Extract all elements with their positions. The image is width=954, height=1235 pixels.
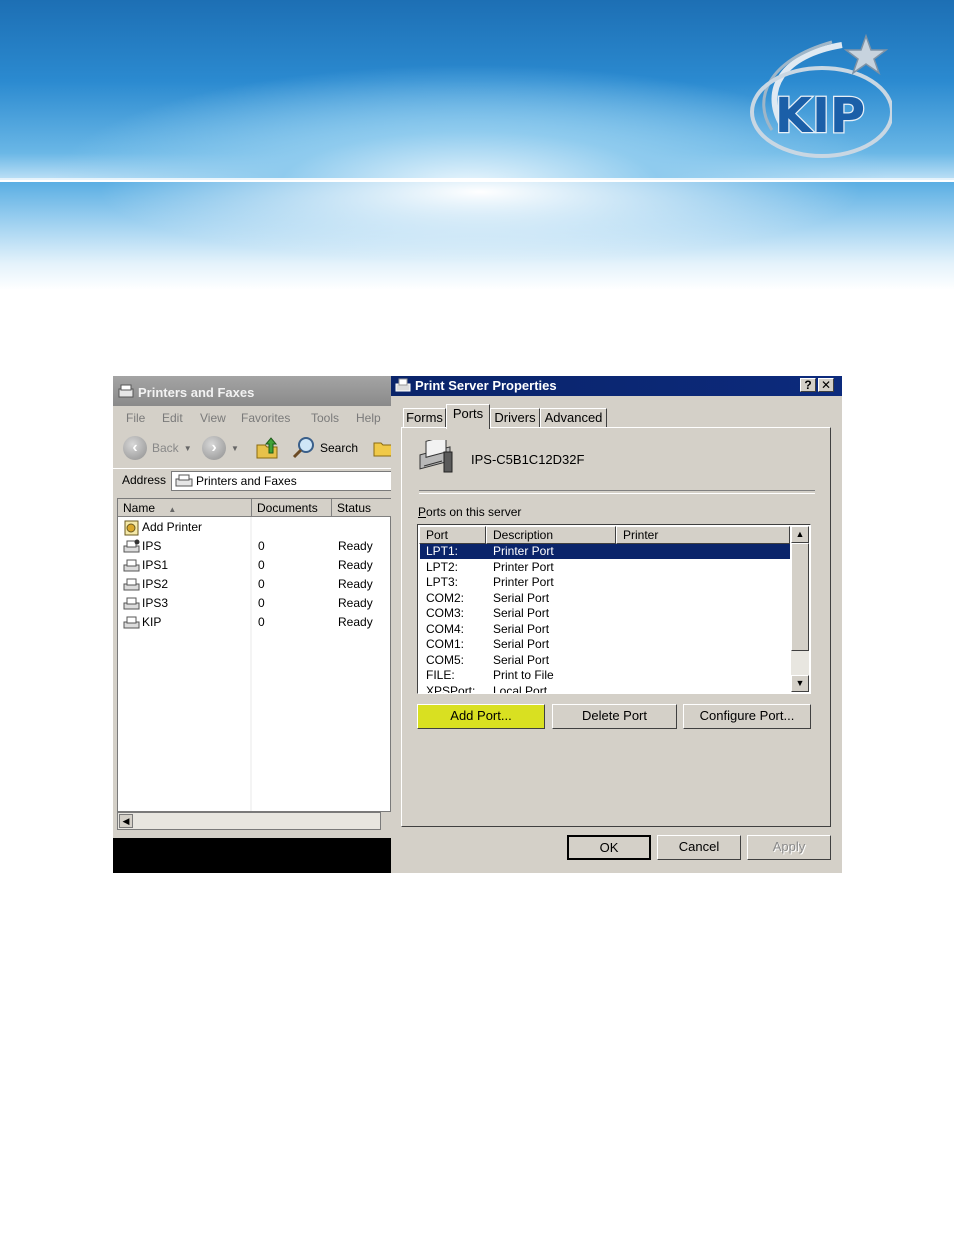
ports-list[interactable]: Port Description Printer LPT1: Printer Po… — [417, 524, 811, 694]
address-input[interactable]: Printers and Faxes — [171, 471, 391, 491]
ok-button[interactable]: OK — [567, 835, 651, 860]
close-button[interactable]: ✕ — [818, 378, 834, 392]
printer-icon — [123, 559, 140, 572]
port-row[interactable]: COM3: Serial Port — [420, 606, 790, 621]
kip-logo: KIP — [750, 33, 892, 158]
menu-view[interactable]: View — [200, 411, 226, 425]
print-server-icon — [419, 440, 453, 473]
print-server-properties-dialog: Print Server Properties ? ✕ Forms Ports … — [391, 376, 842, 873]
printer-icon — [123, 578, 140, 591]
separator — [419, 490, 815, 494]
printers-folder-icon — [118, 384, 134, 398]
configure-port-button[interactable]: Configure Port... — [683, 704, 811, 729]
menu-edit[interactable]: Edit — [162, 411, 183, 425]
column-header-documents[interactable]: Documents — [252, 499, 332, 517]
list-item[interactable]: IPS3 0 Ready — [118, 594, 391, 613]
address-value: Printers and Faxes — [196, 474, 297, 488]
cancel-button[interactable]: Cancel — [657, 835, 741, 860]
menu-file[interactable]: File — [126, 411, 145, 425]
add-printer-icon — [124, 520, 139, 536]
window-titlebar[interactable]: Printers and Faxes — [113, 376, 391, 406]
vertical-scrollbar[interactable]: ▲ ▼ — [791, 526, 809, 692]
apply-button[interactable]: Apply — [747, 835, 831, 860]
up-folder-icon — [256, 437, 278, 459]
menu-bar: File Edit View Favorites Tools Help — [113, 406, 391, 431]
up-folder-button[interactable] — [255, 437, 279, 459]
printers-folder-icon — [175, 474, 193, 487]
tab-ports[interactable]: Ports — [446, 404, 490, 429]
close-icon: ✕ — [820, 378, 832, 392]
column-header-port[interactable]: Port — [419, 526, 486, 544]
help-button[interactable]: ? — [800, 378, 816, 392]
folders-button[interactable] — [373, 437, 391, 459]
port-row[interactable]: COM1: Serial Port — [420, 637, 790, 652]
add-printer-label: Add Printer — [142, 520, 203, 534]
menu-help[interactable]: Help — [356, 411, 381, 425]
scrollbar-thumb[interactable] — [791, 543, 809, 651]
dropdown-arrow-icon: ▼ — [183, 443, 192, 453]
port-row[interactable]: COM4: Serial Port — [420, 622, 790, 637]
printer-icon — [123, 616, 140, 629]
add-port-button[interactable]: Add Port... — [417, 704, 545, 729]
horizontal-scrollbar[interactable]: ◀ — [117, 812, 381, 830]
search-icon — [292, 437, 314, 459]
column-header-name[interactable]: Name ▲ — [118, 499, 252, 517]
search-button[interactable]: Search — [291, 437, 358, 459]
server-name: IPS-C5B1C12D32F — [471, 452, 585, 467]
port-row[interactable]: COM2: Serial Port — [420, 591, 790, 606]
port-row-selected[interactable]: LPT1: Printer Port — [420, 544, 790, 559]
address-label: Address — [122, 473, 167, 487]
port-row[interactable]: LPT3: Printer Port — [420, 575, 790, 590]
column-header-description[interactable]: Description — [486, 526, 616, 544]
list-item[interactable]: IPS1 0 Ready — [118, 556, 391, 575]
folder-icon — [373, 442, 391, 457]
printers-and-faxes-window: Printers and Faxes File Edit View Favori… — [113, 376, 391, 838]
back-button[interactable]: ‹ Back ▼ — [123, 436, 192, 460]
menu-tools[interactable]: Tools — [311, 411, 339, 425]
port-row[interactable]: XPSPort: Local Port — [420, 684, 790, 694]
forward-button[interactable]: › ▼ — [202, 436, 239, 460]
header-banner: KIP — [0, 0, 954, 290]
tab-drivers[interactable]: Drivers — [490, 408, 540, 428]
tab-advanced[interactable]: Advanced — [540, 408, 607, 428]
toolbar: ‹ Back ▼ › ▼ Search — [113, 431, 391, 465]
dialog-titlebar[interactable]: Print Server Properties ? ✕ — [391, 376, 842, 396]
port-row[interactable]: COM5: Serial Port — [420, 653, 790, 668]
dialog-title: Print Server Properties — [415, 378, 557, 393]
screenshot-composite: Printers and Faxes File Edit View Favori… — [113, 376, 842, 873]
ports-on-server-label: Ports on this server — [418, 505, 522, 519]
dropdown-arrow-icon: ▼ — [231, 443, 239, 453]
printer-icon — [123, 597, 140, 610]
printer-list: Name ▲ Documents Status Add Printer IPS … — [117, 498, 391, 812]
scroll-up-icon[interactable]: ▲ — [791, 526, 809, 543]
delete-port-button[interactable]: Delete Port — [552, 704, 677, 729]
address-bar: Address Printers and Faxes — [113, 468, 391, 493]
column-header-status[interactable]: Status — [332, 499, 391, 517]
back-arrow-icon: ‹ — [123, 436, 147, 460]
tab-forms[interactable]: Forms — [403, 408, 446, 428]
list-item[interactable]: KIP 0 Ready — [118, 613, 391, 632]
list-item[interactable]: IPS 0 Ready — [118, 537, 391, 556]
window-title: Printers and Faxes — [138, 385, 255, 400]
menu-favorites[interactable]: Favorites — [241, 411, 290, 425]
list-item[interactable]: IPS2 0 Ready — [118, 575, 391, 594]
scroll-down-icon[interactable]: ▼ — [791, 675, 809, 692]
svg-text:KIP: KIP — [775, 88, 865, 144]
forward-arrow-icon: › — [202, 436, 226, 460]
printer-icon — [123, 539, 140, 553]
scroll-left-icon[interactable]: ◀ — [119, 814, 133, 828]
port-row[interactable]: FILE: Print to File — [420, 668, 790, 683]
printer-icon — [395, 378, 411, 392]
list-item-add-printer[interactable]: Add Printer — [118, 518, 391, 537]
port-row[interactable]: LPT2: Printer Port — [420, 560, 790, 575]
column-header-printer[interactable]: Printer — [616, 526, 790, 544]
sort-ascending-icon: ▲ — [168, 505, 177, 514]
